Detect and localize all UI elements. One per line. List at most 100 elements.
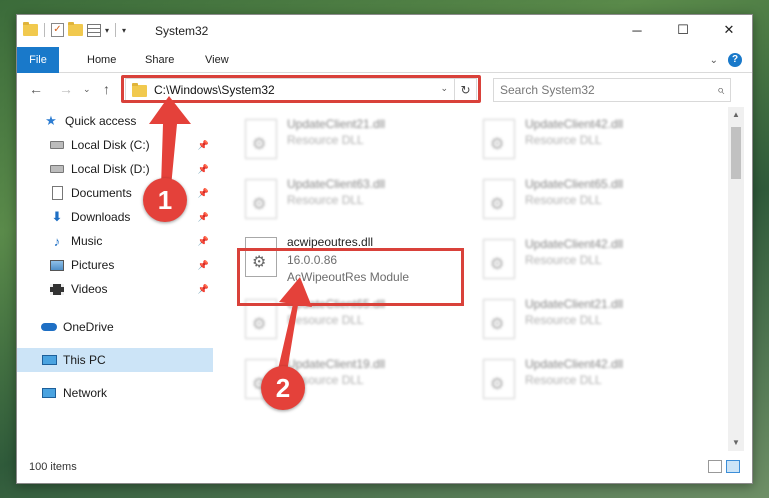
title-bar[interactable]: ✓ ▾ ▾ System32 ─ ☐ ✕ bbox=[17, 15, 752, 47]
file-name: UpdateClient21.dll bbox=[525, 297, 624, 311]
file-name: UpdateClient65.dll bbox=[287, 297, 386, 311]
sidebar-item-videos[interactable]: Videos 📌 bbox=[17, 277, 213, 301]
document-icon bbox=[49, 186, 65, 200]
sidebar-item-network[interactable]: Network bbox=[17, 381, 213, 405]
help-icon[interactable]: ? bbox=[728, 53, 742, 67]
tab-view[interactable]: View bbox=[193, 47, 241, 73]
dll-file-icon bbox=[483, 119, 515, 159]
properties-check-icon[interactable]: ✓ bbox=[51, 23, 64, 37]
sidebar-item-label: This PC bbox=[63, 353, 106, 367]
address-path[interactable]: C:\Windows\System32 bbox=[154, 83, 275, 97]
computer-icon bbox=[41, 353, 57, 367]
window-title: System32 bbox=[155, 24, 209, 38]
file-name: UpdateClient65.dll bbox=[525, 177, 624, 191]
pin-icon[interactable]: 📌 bbox=[198, 260, 209, 271]
navigation-pane: ★ Quick access Local Disk (C:) 📌 Local D… bbox=[17, 107, 213, 451]
minimize-button[interactable]: ─ bbox=[614, 15, 660, 45]
file-item[interactable]: UpdateClient21.dll Resource DLL bbox=[477, 297, 707, 353]
chevron-down-icon[interactable]: ▾ bbox=[105, 26, 109, 35]
sidebar-item-label: Network bbox=[63, 386, 108, 400]
file-description: Resource DLL bbox=[525, 253, 602, 267]
details-view-icon[interactable] bbox=[708, 460, 722, 473]
dll-file-icon bbox=[245, 237, 277, 277]
up-button[interactable]: ↑ bbox=[103, 81, 110, 97]
file-description: Resource DLL bbox=[287, 193, 364, 207]
address-bar[interactable]: C:\Windows\System32 ⌄ ↻ bbox=[125, 78, 477, 102]
close-button[interactable]: ✕ bbox=[706, 15, 752, 45]
explorer-window: ✓ ▾ ▾ System32 ─ ☐ ✕ File Home Share Vie… bbox=[16, 14, 753, 484]
dll-file-icon bbox=[245, 119, 277, 159]
sidebar-item-quick-access[interactable]: ★ Quick access bbox=[17, 109, 213, 133]
dll-file-icon bbox=[245, 299, 277, 339]
sidebar-item-local-disk-d[interactable]: Local Disk (D:) 📌 bbox=[17, 157, 213, 181]
pin-icon[interactable]: 📌 bbox=[198, 164, 209, 175]
sidebar-item-pictures[interactable]: Pictures 📌 bbox=[17, 253, 213, 277]
file-item[interactable]: UpdateClient65.dll Resource DLL bbox=[477, 177, 707, 233]
dll-file-icon bbox=[483, 239, 515, 279]
ribbon-actions: ⌄ ? bbox=[710, 53, 742, 67]
search-input[interactable]: Search System32 bbox=[500, 83, 595, 97]
new-folder-icon[interactable] bbox=[68, 22, 83, 36]
sidebar-item-local-disk-c[interactable]: Local Disk (C:) 📌 bbox=[17, 133, 213, 157]
file-item[interactable]: UpdateClient42.dll Resource DLL bbox=[477, 237, 707, 293]
file-name: UpdateClient42.dll bbox=[525, 357, 624, 371]
music-icon: ♪ bbox=[53, 233, 61, 249]
dll-file-icon bbox=[483, 179, 515, 219]
file-item[interactable]: UpdateClient65.dll Resource DLL bbox=[239, 297, 469, 353]
scroll-up-arrow-icon[interactable]: ▲ bbox=[728, 107, 744, 123]
sidebar-item-this-pc[interactable]: This PC bbox=[17, 348, 213, 372]
pin-icon[interactable]: 📌 bbox=[198, 212, 209, 223]
expand-ribbon-icon[interactable]: ⌄ bbox=[710, 55, 718, 66]
file-name: UpdateClient42.dll bbox=[525, 237, 624, 251]
customize-toolbar-icon[interactable]: ▾ bbox=[122, 26, 126, 35]
step-1-callout: 1 bbox=[143, 178, 187, 222]
sidebar-item-label: Local Disk (D:) bbox=[71, 162, 150, 176]
scrollbar-thumb[interactable] bbox=[731, 127, 741, 179]
sidebar-item-label: Local Disk (C:) bbox=[71, 138, 150, 152]
file-description: Resource DLL bbox=[525, 193, 602, 207]
file-version: 16.0.0.86 bbox=[287, 253, 338, 267]
sidebar-item-label: Videos bbox=[71, 282, 108, 296]
pin-icon[interactable]: 📌 bbox=[198, 188, 209, 199]
sidebar-item-label: Quick access bbox=[65, 114, 137, 128]
refresh-button[interactable]: ↻ bbox=[454, 79, 476, 101]
tab-file[interactable]: File bbox=[17, 47, 59, 73]
drive-icon bbox=[49, 162, 65, 176]
large-icons-view-icon[interactable] bbox=[726, 460, 740, 473]
file-item[interactable]: UpdateClient42.dll Resource DLL bbox=[477, 117, 707, 173]
back-button[interactable]: ← bbox=[29, 81, 43, 97]
view-properties-icon[interactable] bbox=[87, 23, 101, 37]
file-description: Resource DLL bbox=[525, 313, 602, 327]
recent-locations-button[interactable]: ⌄ bbox=[83, 84, 91, 95]
search-icon[interactable]: ⌕ bbox=[717, 82, 724, 98]
drive-icon bbox=[49, 138, 65, 152]
scroll-down-arrow-icon[interactable]: ▼ bbox=[728, 435, 744, 451]
pin-icon[interactable]: 📌 bbox=[198, 140, 209, 151]
tab-share[interactable]: Share bbox=[133, 47, 186, 73]
sidebar-item-music[interactable]: ♪ Music 📌 bbox=[17, 229, 213, 253]
file-item-acwipeoutres[interactable]: acwipeoutres.dll 16.0.0.86 AcWipeoutRes … bbox=[239, 235, 469, 291]
vertical-scrollbar[interactable]: ▲ ▼ bbox=[728, 107, 744, 451]
step-2-callout: 2 bbox=[261, 366, 305, 410]
file-item[interactable]: UpdateClient63.dll Resource DLL bbox=[239, 177, 469, 233]
ribbon: File Home Share View ⌄ ? bbox=[17, 47, 752, 73]
tab-home[interactable]: Home bbox=[75, 47, 128, 73]
pictures-icon bbox=[49, 258, 65, 272]
onedrive-icon bbox=[41, 320, 57, 334]
forward-button[interactable]: → bbox=[59, 81, 73, 97]
dll-file-icon bbox=[245, 179, 277, 219]
file-item[interactable]: UpdateClient21.dll Resource DLL bbox=[239, 117, 469, 173]
toolbar-divider bbox=[115, 23, 117, 37]
file-item[interactable]: UpdateClient42.dll Resource DLL bbox=[477, 357, 707, 413]
sidebar-item-onedrive[interactable]: OneDrive bbox=[17, 315, 213, 339]
search-box[interactable]: Search System32 ⌕ bbox=[493, 78, 731, 102]
pin-icon[interactable]: 📌 bbox=[198, 236, 209, 247]
sidebar-item-label: Music bbox=[71, 234, 103, 248]
sidebar-item-label: Pictures bbox=[71, 258, 115, 272]
maximize-button[interactable]: ☐ bbox=[660, 15, 706, 45]
pin-icon[interactable]: 📌 bbox=[198, 284, 209, 295]
chevron-down-icon[interactable]: ⌄ bbox=[440, 83, 448, 94]
file-name: acwipeoutres.dll bbox=[287, 235, 374, 249]
file-name: UpdateClient19.dll bbox=[287, 357, 386, 371]
file-description: Resource DLL bbox=[287, 313, 364, 327]
